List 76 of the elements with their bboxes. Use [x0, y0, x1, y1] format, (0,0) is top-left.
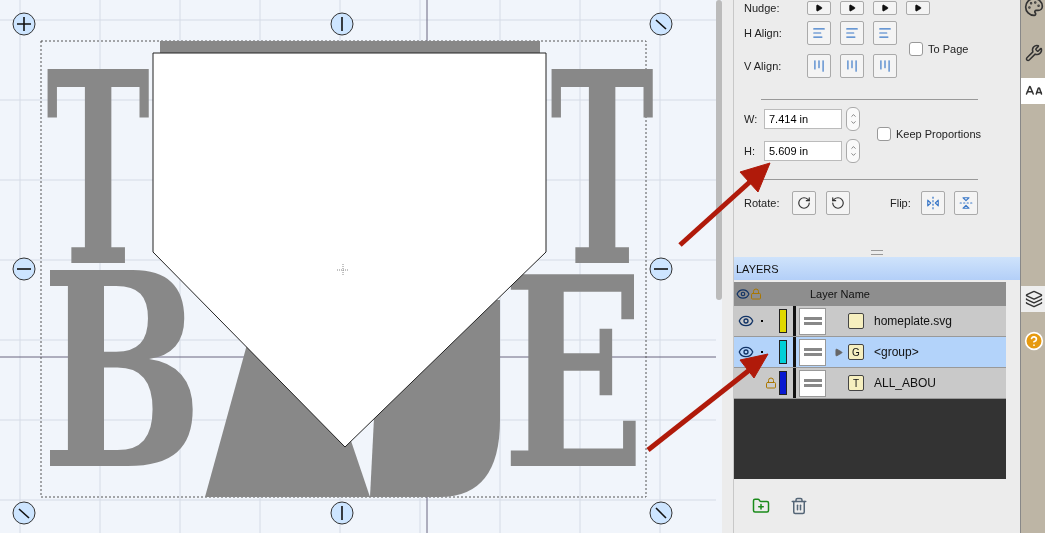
- nudge-button[interactable]: [807, 1, 831, 15]
- rotate-handle[interactable]: [12, 501, 36, 525]
- thumbnail-picture: [799, 369, 826, 397]
- nudge-button[interactable]: [873, 1, 897, 15]
- layer-row[interactable]: homeplate.svg: [734, 306, 1006, 337]
- text-layer-icon: T: [848, 375, 864, 391]
- color-swatch[interactable]: [779, 371, 787, 395]
- text-size-icon[interactable]: [1021, 78, 1045, 104]
- layers-icon[interactable]: [1021, 286, 1045, 312]
- layer-name: ALL_ABOU: [874, 376, 937, 390]
- thumbnail-picture: [799, 338, 826, 366]
- color-swatch[interactable]: [779, 340, 787, 364]
- align-icon: [845, 59, 859, 73]
- resize-handle[interactable]: [12, 257, 36, 281]
- resize-handle[interactable]: [330, 501, 354, 525]
- align-icon: [878, 59, 892, 73]
- nudge-label: Nudge:: [744, 2, 781, 14]
- nudge-button[interactable]: [906, 1, 930, 15]
- rotate-icon: [831, 196, 845, 210]
- up-chevron-icon: [849, 144, 857, 151]
- resize-handle[interactable]: [649, 501, 673, 525]
- h-align-label: H Align:: [744, 27, 783, 39]
- nudge-button[interactable]: [840, 1, 864, 15]
- rotate-button[interactable]: [792, 191, 816, 215]
- triangle-icon: [815, 4, 823, 12]
- triangle-icon: [881, 4, 889, 12]
- thumbnail-picture: [799, 307, 826, 335]
- rotate-label: Rotate:: [744, 197, 781, 209]
- down-chevron-icon: [849, 151, 857, 158]
- new-folder-icon[interactable]: [752, 497, 770, 515]
- align-icon: [878, 26, 892, 40]
- layer-row[interactable]: G <group>: [734, 337, 1006, 368]
- layer-name: homeplate.svg: [874, 314, 953, 328]
- scrollbar[interactable]: [716, 0, 722, 300]
- resize-handle[interactable]: [330, 12, 354, 36]
- splitter-grip[interactable]: [871, 250, 883, 255]
- move-handle[interactable]: [12, 12, 36, 36]
- flip-icon: [959, 196, 973, 210]
- down-chevron-icon: [849, 119, 857, 126]
- to-page-checkbox[interactable]: To Page: [909, 42, 969, 56]
- layer-name: <group>: [874, 345, 919, 359]
- height-label: H:: [744, 145, 756, 157]
- lock-icon: [750, 288, 762, 300]
- eye-icon: [736, 287, 750, 301]
- up-chevron-icon: [849, 112, 857, 119]
- trash-icon[interactable]: [790, 497, 808, 515]
- group-icon: G: [848, 344, 864, 360]
- width-label: W:: [744, 113, 759, 125]
- align-button[interactable]: [840, 21, 864, 45]
- height-field[interactable]: 5.609 in: [764, 141, 842, 161]
- layers-title: LAYERS: [734, 257, 1020, 280]
- flip-icon: [926, 196, 940, 210]
- column-heading: Layer Name: [810, 288, 870, 300]
- v-align-label: V Align:: [744, 60, 783, 72]
- align-button[interactable]: [873, 21, 897, 45]
- align-icon: [812, 26, 826, 40]
- rotate-icon: [797, 196, 811, 210]
- crosshair-icon: [336, 263, 350, 277]
- rotate-handle[interactable]: [649, 12, 673, 36]
- align-icon: [845, 26, 859, 40]
- flip-label: Flip:: [890, 197, 912, 209]
- expand-triangle-icon[interactable]: [834, 347, 843, 357]
- eye-icon[interactable]: [738, 344, 754, 360]
- eye-icon[interactable]: [738, 313, 754, 329]
- triangle-icon: [914, 4, 922, 12]
- rotate-button[interactable]: [826, 191, 850, 215]
- flip-button[interactable]: [954, 191, 978, 215]
- layer-row[interactable]: T ALL_ABOU: [734, 368, 1006, 399]
- triangle-icon: [848, 4, 856, 12]
- file-icon: [848, 313, 864, 329]
- keep-proportions-checkbox[interactable]: Keep Proportions: [877, 127, 981, 141]
- flip-button[interactable]: [921, 191, 945, 215]
- width-field[interactable]: 7.414 in: [764, 109, 842, 129]
- align-button[interactable]: [807, 21, 831, 45]
- color-swatch[interactable]: [779, 309, 787, 333]
- align-icon: [812, 59, 826, 73]
